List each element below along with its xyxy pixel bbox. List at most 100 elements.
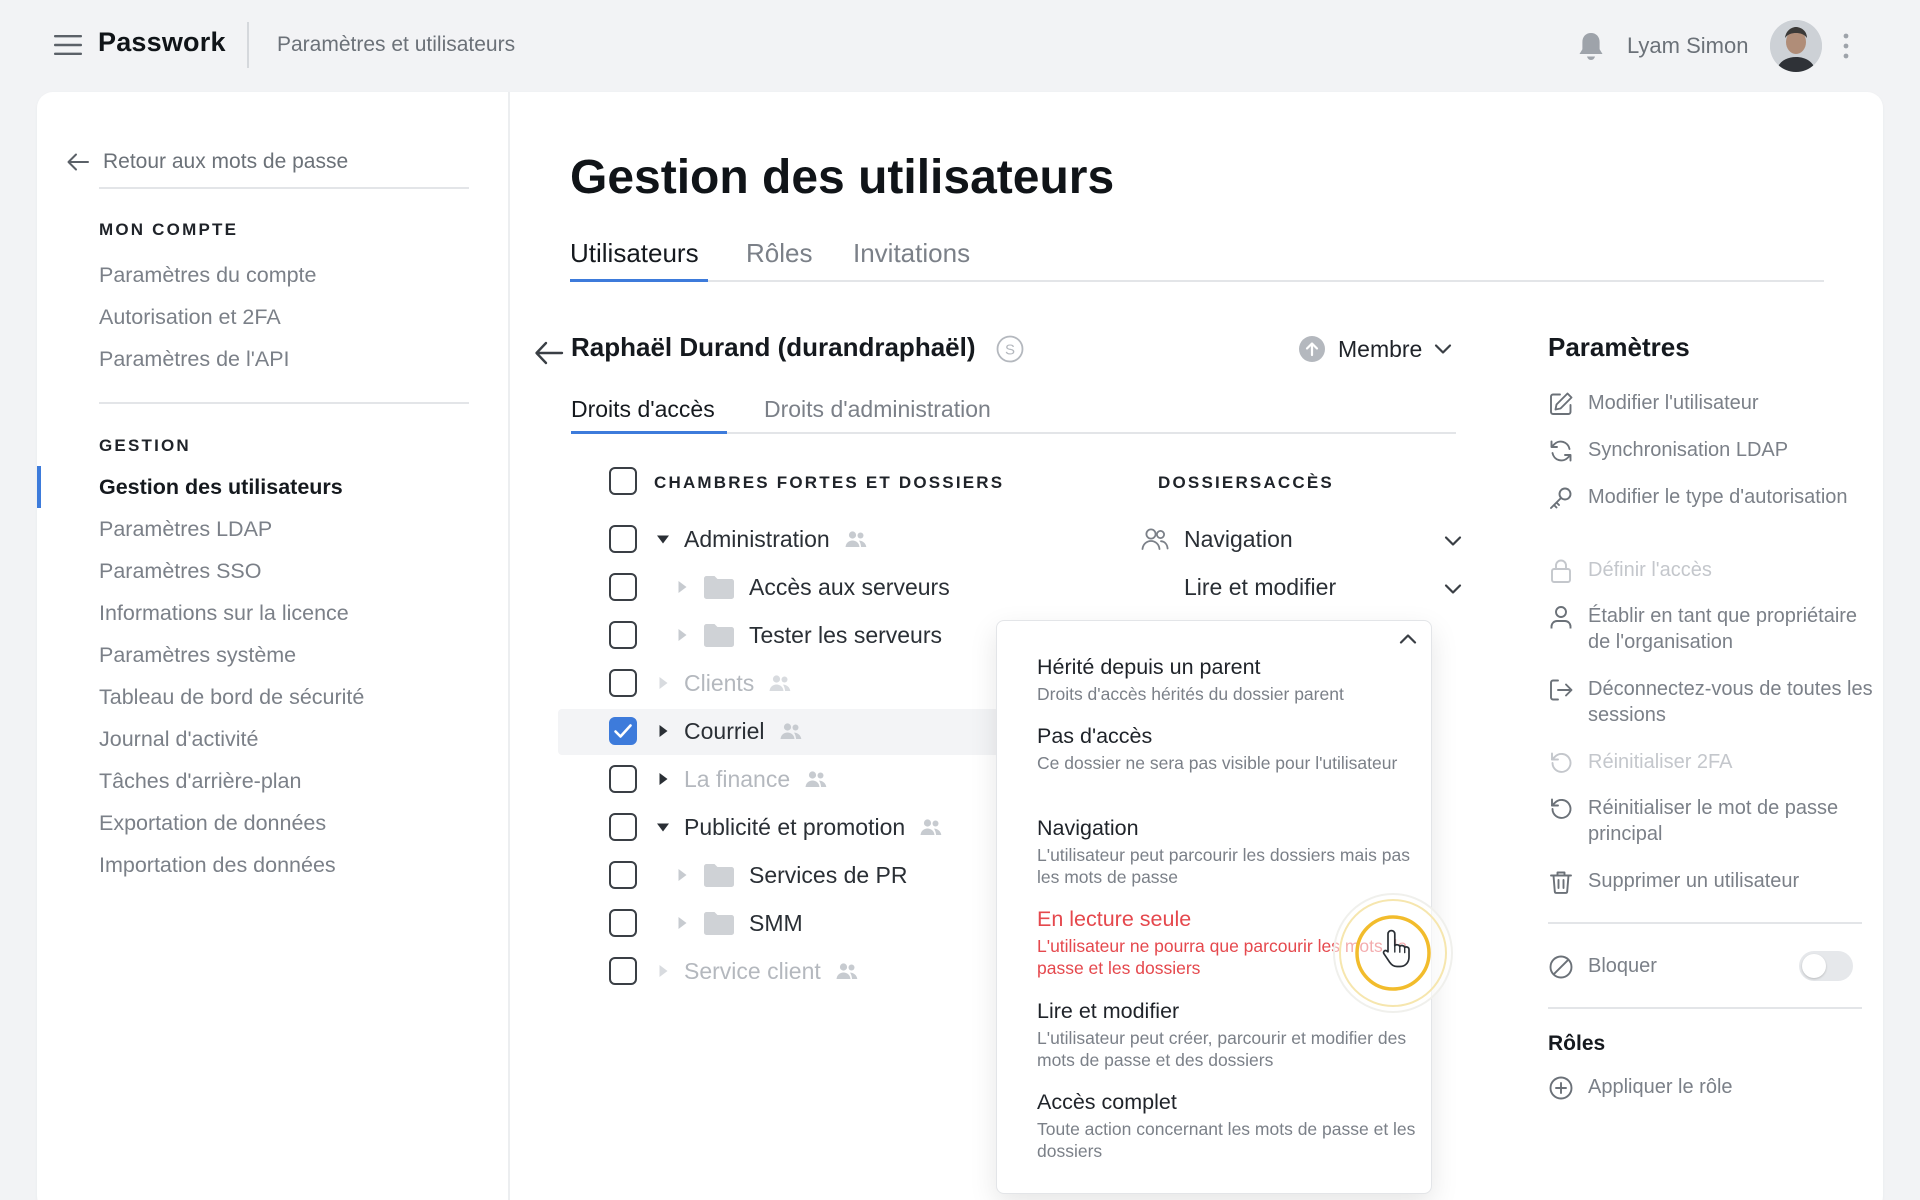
sidebar-item-license[interactable]: Informations sur la licence	[99, 601, 349, 626]
tree-row-test-servers[interactable]: Tester les serveurs	[675, 617, 942, 653]
param-set-owner[interactable]: Établir en tant que propriétaire de l'or…	[1548, 603, 1878, 655]
status-badge: S	[996, 335, 1024, 363]
topbar-divider	[247, 22, 249, 68]
option-inherited[interactable]: Hérité depuis un parent Droits d'accès h…	[1037, 653, 1421, 705]
sidebar-item-user-management[interactable]: Gestion des utilisateurs	[99, 475, 343, 500]
row-checkbox[interactable]	[609, 621, 637, 649]
chevron-down-icon[interactable]	[1444, 535, 1462, 547]
brand-logo[interactable]: Passwork	[98, 27, 226, 58]
folder-icon	[703, 862, 735, 888]
back-to-passwords-link[interactable]: Retour aux mots de passe	[67, 144, 348, 180]
param-auth-type[interactable]: Modifier le type d'autorisation	[1548, 484, 1878, 511]
access-select-server-access[interactable]: Lire et modifier	[1184, 569, 1336, 605]
option-no-access[interactable]: Pas d'accès Ce dossier ne sera pas visib…	[1037, 722, 1421, 774]
row-checkbox[interactable]	[609, 813, 637, 841]
role-select[interactable]: Membre	[1298, 333, 1452, 365]
select-all-checkbox[interactable]	[609, 467, 637, 495]
breadcrumb: Paramètres et utilisateurs	[277, 33, 516, 56]
sidebar-item-ldap[interactable]: Paramètres LDAP	[99, 517, 272, 542]
sidebar-item-sso[interactable]: Paramètres SSO	[99, 559, 262, 584]
apply-role-button[interactable]: Appliquer le rôle	[1548, 1074, 1878, 1101]
chevron-down-icon[interactable]	[1444, 583, 1462, 595]
chevron-up-icon[interactable]	[1399, 633, 1417, 645]
shared-users-icon	[919, 818, 943, 836]
sidebar-item-background-tasks[interactable]: Tâches d'arrière-plan	[99, 769, 301, 794]
bell-icon[interactable]	[1576, 30, 1606, 62]
tree-row-clients[interactable]: Clients	[656, 665, 792, 701]
caret-down-icon[interactable]	[656, 532, 670, 546]
sidebar-item-2fa[interactable]: Autorisation et 2FA	[99, 305, 281, 330]
row-checkbox[interactable]	[609, 909, 637, 937]
menu-icon[interactable]	[54, 34, 82, 56]
tree-row-customer-service[interactable]: Service client	[656, 953, 859, 989]
caret-right-icon[interactable]	[656, 772, 670, 786]
tree-row-server-access[interactable]: Accès aux serveurs	[675, 569, 950, 605]
param-ldap-sync[interactable]: Synchronisation LDAP	[1548, 437, 1878, 464]
active-subtab-underline	[571, 431, 727, 434]
roles-heading: Rôles	[1548, 1032, 1606, 1055]
sidebar-item-account-settings[interactable]: Paramètres du compte	[99, 263, 317, 288]
caret-right-icon[interactable]	[656, 676, 670, 690]
tab-invitations[interactable]: Invitations	[853, 238, 970, 269]
caret-right-icon[interactable]	[675, 580, 689, 594]
caret-right-icon[interactable]	[675, 868, 689, 882]
tab-access-rights[interactable]: Droits d'accès	[571, 396, 715, 423]
back-link-label: Retour aux mots de passe	[103, 150, 349, 173]
caret-right-icon[interactable]	[656, 724, 670, 738]
tab-admin-rights[interactable]: Droits d'administration	[764, 396, 991, 423]
sidebar-item-security-dashboard[interactable]: Tableau de bord de sécurité	[99, 685, 364, 710]
caret-right-icon[interactable]	[675, 628, 689, 642]
param-delete-user[interactable]: Supprimer un utilisateur	[1548, 868, 1878, 895]
row-checkbox[interactable]	[609, 525, 637, 553]
folder-icon	[703, 622, 735, 648]
param-edit-user[interactable]: Modifier l'utilisateur	[1548, 390, 1878, 417]
option-full-access[interactable]: Accès complet Toute action concernant le…	[1037, 1088, 1421, 1162]
access-subtabs: Droits d'accès Droits d'administration	[571, 396, 1456, 434]
row-checkbox[interactable]	[609, 573, 637, 601]
row-checkbox-checked[interactable]	[609, 717, 637, 745]
params-title: Paramètres	[1548, 332, 1690, 362]
tree-row-finance[interactable]: La finance	[656, 761, 828, 797]
tree-row-administration[interactable]: Administration	[656, 521, 868, 557]
block-toggle[interactable]	[1799, 951, 1853, 981]
sidebar-item-system[interactable]: Paramètres système	[99, 643, 296, 668]
row-checkbox[interactable]	[609, 669, 637, 697]
main-card: Retour aux mots de passe MON COMPTE Para…	[37, 92, 1883, 1200]
tree-row-label: Service client	[684, 957, 821, 984]
row-checkbox[interactable]	[609, 957, 637, 985]
shared-users-icon	[804, 770, 828, 788]
tree-row-label: La finance	[684, 765, 791, 792]
tab-roles[interactable]: Rôles	[746, 238, 812, 269]
param-logout-sessions[interactable]: Déconnectez-vous de toutes les sessions	[1548, 676, 1878, 728]
user-full-name: Raphaël Durand (durandraphaël)	[571, 332, 976, 362]
access-select-administration[interactable]: Navigation	[1140, 521, 1293, 557]
sidebar-item-export[interactable]: Exportation de données	[99, 811, 326, 836]
tree-row-label: Publicité et promotion	[684, 813, 906, 840]
row-checkbox[interactable]	[609, 861, 637, 889]
param-reset-master-password[interactable]: Réinitialiser le mot de passe principal	[1548, 795, 1878, 847]
sidebar-item-api[interactable]: Paramètres de l'API	[99, 347, 290, 372]
arrow-left-icon[interactable]	[534, 340, 564, 366]
account-heading: MON COMPTE	[99, 220, 239, 239]
tree-row-email[interactable]: Courriel	[656, 713, 803, 749]
caret-right-icon[interactable]	[656, 964, 670, 978]
lock-icon	[1548, 558, 1574, 584]
caret-right-icon[interactable]	[675, 916, 689, 930]
tree-row-pr-services[interactable]: Services de PR	[675, 857, 908, 893]
sidebar-item-import[interactable]: Importation des données	[99, 853, 336, 878]
option-navigation[interactable]: Navigation L'utilisateur peut parcourir …	[1037, 814, 1421, 888]
tree-row-smm[interactable]: SMM	[675, 905, 803, 941]
sidebar-divider	[99, 187, 469, 189]
main-tabs: Utilisateurs Rôles Invitations	[570, 238, 1824, 282]
folder-icon	[703, 574, 735, 600]
block-icon	[1548, 954, 1574, 980]
row-checkbox[interactable]	[609, 765, 637, 793]
kebab-icon[interactable]	[1840, 32, 1852, 60]
avatar[interactable]	[1770, 20, 1822, 72]
user-name[interactable]: Lyam Simon	[1627, 33, 1748, 59]
chevron-down-icon	[1434, 343, 1452, 355]
tab-users[interactable]: Utilisateurs	[570, 238, 699, 269]
caret-down-icon[interactable]	[656, 820, 670, 834]
sidebar-item-activity-log[interactable]: Journal d'activité	[99, 727, 258, 752]
tree-row-advertising[interactable]: Publicité et promotion	[656, 809, 943, 845]
